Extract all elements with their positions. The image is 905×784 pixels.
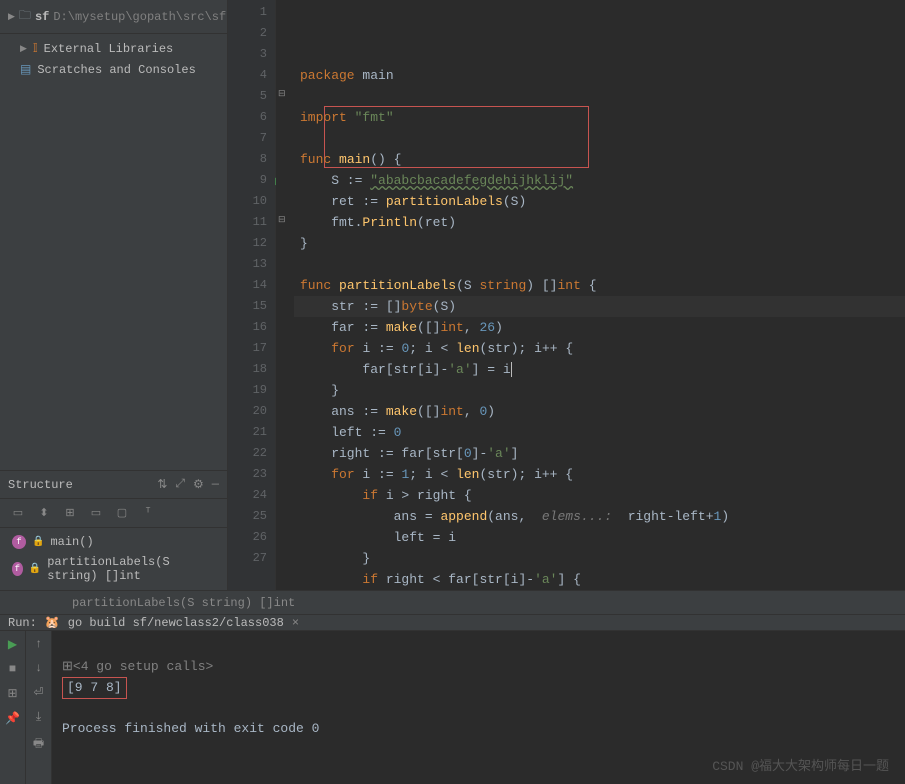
scratches-icon: ▤ bbox=[20, 62, 31, 77]
structure-item-label: main() bbox=[50, 535, 93, 549]
tb-icon-4[interactable]: ▭ bbox=[86, 503, 106, 523]
pin-icon[interactable]: 📌 bbox=[5, 711, 20, 726]
structure-item-label: partitionLabels(S string) []int bbox=[47, 555, 219, 583]
structure-item-main[interactable]: f 🔒 main() bbox=[0, 532, 227, 552]
lock-icon: 🔒 bbox=[29, 563, 41, 575]
console-output[interactable]: ⊞<4 go setup calls> [9 7 8] Process fini… bbox=[52, 631, 905, 784]
project-root-path: D:\mysetup\gopath\src\sf bbox=[53, 10, 226, 24]
expand-icon[interactable]: ⤢ bbox=[175, 477, 185, 492]
layout-icon[interactable]: ⊞ bbox=[7, 686, 17, 701]
run-tab-label[interactable]: go build sf/newclass2/class038 bbox=[68, 616, 284, 630]
wrap-icon[interactable]: ⏎ bbox=[33, 685, 43, 700]
minimize-icon[interactable]: — bbox=[212, 477, 219, 492]
structure-header: Structure ⇅ ⤢ ⚙ — bbox=[0, 470, 227, 499]
external-libraries-label: External Libraries bbox=[44, 42, 174, 56]
stop-icon[interactable]: ■ bbox=[9, 662, 16, 676]
external-libraries-node[interactable]: ▶ 𝕀 External Libraries bbox=[0, 38, 227, 59]
scratches-label: Scratches and Consoles bbox=[37, 63, 195, 77]
run-label: Run: bbox=[8, 616, 37, 630]
run-panel: Run: 🐹 go build sf/newclass2/class038 × … bbox=[0, 614, 905, 774]
structure-item-partitionlabels[interactable]: f 🔒 partitionLabels(S string) []int bbox=[0, 552, 227, 586]
project-root-name: sf bbox=[35, 10, 49, 24]
print-icon[interactable]: 🖶 bbox=[33, 734, 44, 755]
tb-icon-3[interactable]: ⊞ bbox=[60, 503, 80, 523]
structure-title: Structure bbox=[8, 478, 73, 492]
tb-icon-1[interactable]: ▭ bbox=[8, 503, 28, 523]
editor-area: 12345▶6789101112131415161718192021222324… bbox=[228, 0, 905, 590]
structure-list: f 🔒 main() f 🔒 partitionLabels(S string)… bbox=[0, 528, 227, 590]
project-tree: ▶ 𝕀 External Libraries ▤ Scratches and C… bbox=[0, 34, 227, 470]
run-toolbar-primary: ▶ ■ ⊞ 📌 bbox=[0, 631, 26, 784]
line-number-gutter[interactable]: 12345▶6789101112131415161718192021222324… bbox=[228, 0, 276, 590]
scroll-icon[interactable]: ⤓ bbox=[36, 710, 41, 724]
left-panel: ▶ 🗀 sf D:\mysetup\gopath\src\sf ▶ 𝕀 Exte… bbox=[0, 0, 228, 590]
scratches-node[interactable]: ▤ Scratches and Consoles bbox=[0, 59, 227, 80]
function-icon: f bbox=[12, 562, 23, 576]
tb-icon-5[interactable]: ▢ bbox=[112, 503, 132, 523]
library-icon: 𝕀 bbox=[33, 41, 38, 56]
code-editor[interactable]: package mainimport "fmt"func main() { S … bbox=[294, 0, 905, 590]
go-icon: 🐹 bbox=[45, 615, 60, 630]
lock-icon: 🔒 bbox=[32, 536, 44, 548]
folder-icon: 🗀 bbox=[19, 6, 31, 27]
chevron-right-icon: ▶ bbox=[8, 12, 15, 22]
exit-message: Process finished with exit code 0 bbox=[62, 721, 319, 736]
chevron-right-icon: ▶ bbox=[20, 44, 27, 54]
breadcrumb-bar[interactable]: partitionLabels(S string) []int bbox=[0, 590, 905, 614]
run-tabs: Run: 🐹 go build sf/newclass2/class038 × bbox=[0, 614, 905, 631]
fold-gutter[interactable]: ⊟⊟ bbox=[276, 0, 294, 590]
rerun-icon[interactable]: ▶ bbox=[8, 637, 17, 652]
up-icon[interactable]: ↑ bbox=[35, 637, 42, 651]
project-path-bar[interactable]: ▶ 🗀 sf D:\mysetup\gopath\src\sf bbox=[0, 0, 227, 34]
tb-icon-6[interactable]: ᵀ bbox=[138, 503, 158, 523]
structure-toolbar: ▭ ⬍ ⊞ ▭ ▢ ᵀ bbox=[0, 499, 227, 528]
run-toolbar-secondary: ↑ ↓ ⏎ ⤓ 🖶 bbox=[26, 631, 52, 784]
csdn-watermark: CSDN @福大大架构师每日一题 bbox=[712, 757, 889, 777]
program-output: [9 7 8] bbox=[62, 677, 127, 699]
sort-icon[interactable]: ⇅ bbox=[157, 477, 167, 492]
tb-icon-2[interactable]: ⬍ bbox=[34, 503, 54, 523]
gear-icon[interactable]: ⚙ bbox=[193, 477, 204, 492]
function-icon: f bbox=[12, 535, 26, 549]
close-tab-icon[interactable]: × bbox=[292, 616, 299, 630]
breadcrumb-text: partitionLabels(S string) []int bbox=[72, 596, 295, 610]
down-icon[interactable]: ↓ bbox=[35, 661, 42, 675]
setup-calls-line: <4 go setup calls> bbox=[73, 659, 213, 674]
